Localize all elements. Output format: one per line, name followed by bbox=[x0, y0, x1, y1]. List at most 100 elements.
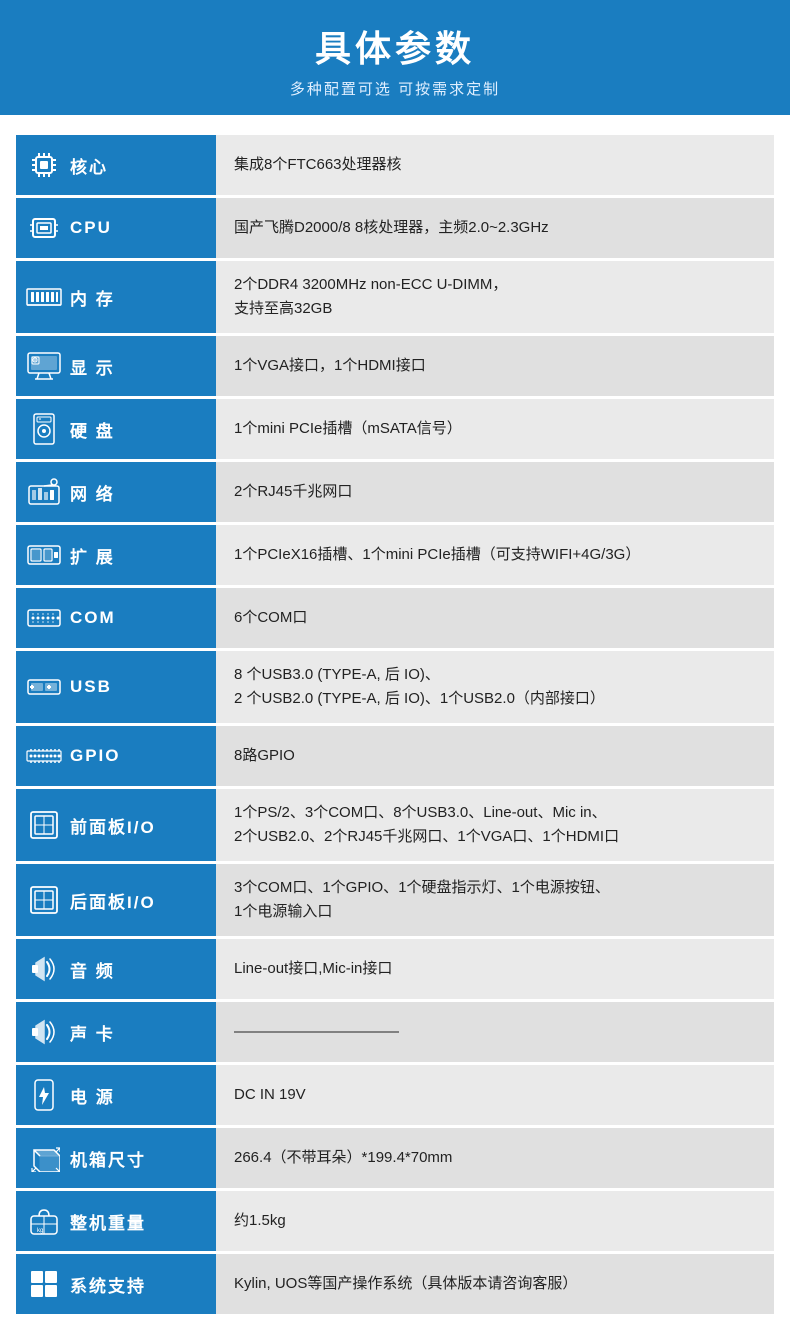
value-cell-cpu: 国产飞腾D2000/8 8核处理器，主频2.0~2.3GHz bbox=[216, 197, 774, 260]
spec-row-rear-io: 后面板I/O 3个COM口、1个GPIO、1个硬盘指示灯、1个电源按钮、 1个电源输… bbox=[16, 863, 774, 938]
value-text-rear-io-0: 3个COM口、1个GPIO、1个硬盘指示灯、1个电源按钮、 bbox=[234, 879, 610, 896]
label-text-sound-card: 声 卡 bbox=[70, 1020, 115, 1045]
power-icon bbox=[26, 1077, 62, 1113]
value-cell-network: 2个RJ45千兆网口 bbox=[216, 461, 774, 524]
label-cell-os: 系统支持 bbox=[16, 1253, 216, 1316]
value-text-weight: 约1.5kg bbox=[234, 1212, 286, 1229]
value-text-expand: 1个PCIeX16插槽、1个mini PCIe插槽（可支持WIFI+4G/3G） bbox=[234, 546, 640, 563]
audio-icon bbox=[26, 951, 62, 987]
spec-row-display: 显 示 1个VGA接口，1个HDMI接口 bbox=[16, 335, 774, 398]
value-text-power: DC IN 19V bbox=[234, 1086, 306, 1103]
label-cell-network: 网 络 bbox=[16, 461, 216, 524]
weight-icon: kg bbox=[26, 1203, 62, 1239]
value-text-display: 1个VGA接口，1个HDMI接口 bbox=[234, 357, 426, 374]
label-cell-weight: kg 整机重量 bbox=[16, 1190, 216, 1253]
value-text-chassis-size: 266.4（不带耳朵）*199.4*70mm bbox=[234, 1149, 452, 1166]
value-cell-audio: Line-out接口,Mic-in接口 bbox=[216, 938, 774, 1001]
value-cell-display: 1个VGA接口，1个HDMI接口 bbox=[216, 335, 774, 398]
label-cell-cpu: CPU bbox=[16, 197, 216, 260]
label-text-usb: USB bbox=[70, 677, 112, 697]
value-text-rear-io-1: 1个电源输入口 bbox=[234, 903, 332, 920]
label-cell-sound-card: 声 卡 bbox=[16, 1001, 216, 1064]
svg-text:kg: kg bbox=[37, 1228, 43, 1234]
value-text-cpu: 国产飞腾D2000/8 8核处理器，主频2.0~2.3GHz bbox=[234, 219, 549, 236]
spec-row-chassis-size: 机箱尺寸 266.4（不带耳朵）*199.4*70mm bbox=[16, 1127, 774, 1190]
value-cell-com: 6个COM口 bbox=[216, 587, 774, 650]
value-text-network: 2个RJ45千兆网口 bbox=[234, 483, 352, 500]
spec-row-power: 电 源 DC IN 19V bbox=[16, 1064, 774, 1127]
expand-icon bbox=[26, 537, 62, 573]
value-text-audio: Line-out接口,Mic-in接口 bbox=[234, 960, 392, 977]
label-cell-chassis-size: 机箱尺寸 bbox=[16, 1127, 216, 1190]
core-icon bbox=[26, 147, 62, 183]
label-cell-com: COM bbox=[16, 587, 216, 650]
spec-table: 核心 集成8个FTC663处理器核 CPU 国产飞腾D2000/8 8核处理器，主频… bbox=[16, 135, 774, 1317]
value-cell-core: 集成8个FTC663处理器核 bbox=[216, 135, 774, 197]
spec-row-cpu: CPU 国产飞腾D2000/8 8核处理器，主频2.0~2.3GHz bbox=[16, 197, 774, 260]
value-text-front-io-0: 1个PS/2、3个COM口、8个USB3.0、Line-out、Mic in、 bbox=[234, 804, 607, 821]
value-cell-os: Kylin, UOS等国产操作系统（具体版本请咨询客服） bbox=[216, 1253, 774, 1316]
label-text-cpu: CPU bbox=[70, 218, 112, 238]
gpio-icon bbox=[26, 738, 62, 774]
value-cell-weight: 约1.5kg bbox=[216, 1190, 774, 1253]
cpu-icon bbox=[26, 210, 62, 246]
label-text-com: COM bbox=[70, 608, 116, 628]
value-text-core: 集成8个FTC663处理器核 bbox=[234, 156, 402, 173]
page-title: 具体参数 bbox=[0, 20, 790, 72]
memory-icon bbox=[26, 279, 62, 315]
value-text-os: Kylin, UOS等国产操作系统（具体版本请咨询客服） bbox=[234, 1275, 577, 1292]
label-cell-rear-io: 后面板I/O bbox=[16, 863, 216, 938]
usb-icon bbox=[26, 669, 62, 705]
label-cell-expand: 扩 展 bbox=[16, 524, 216, 587]
hdd-icon bbox=[26, 411, 62, 447]
label-cell-audio: 音 频 bbox=[16, 938, 216, 1001]
value-text-usb-1: 2 个USB2.0 (TYPE-A, 后 IO)、1个USB2.0（内部接口） bbox=[234, 690, 605, 707]
value-text-sound-card: ——————————— bbox=[234, 1023, 399, 1040]
label-text-core: 核心 bbox=[70, 153, 108, 178]
spec-row-memory: 内 存 2个DDR4 3200MHz non-ECC U-DIMM， 支持至高32G… bbox=[16, 260, 774, 335]
label-cell-memory: 内 存 bbox=[16, 260, 216, 335]
spec-row-os: 系统支持 Kylin, UOS等国产操作系统（具体版本请咨询客服） bbox=[16, 1253, 774, 1316]
value-text-hdd: 1个mini PCIe插槽（mSATA信号） bbox=[234, 420, 462, 437]
label-text-audio: 音 频 bbox=[70, 957, 115, 982]
spec-row-audio: 音 频 Line-out接口,Mic-in接口 bbox=[16, 938, 774, 1001]
label-text-chassis-size: 机箱尺寸 bbox=[70, 1146, 146, 1171]
label-cell-hdd: 硬 盘 bbox=[16, 398, 216, 461]
label-cell-gpio: GPIO bbox=[16, 725, 216, 788]
spec-row-gpio: GPIO 8路GPIO bbox=[16, 725, 774, 788]
value-cell-hdd: 1个mini PCIe插槽（mSATA信号） bbox=[216, 398, 774, 461]
label-cell-power: 电 源 bbox=[16, 1064, 216, 1127]
value-cell-memory: 2个DDR4 3200MHz non-ECC U-DIMM， 支持至高32GB bbox=[216, 260, 774, 335]
spec-row-usb: USB 8 个USB3.0 (TYPE-A, 后 IO)、 2 个USB2.0 (T… bbox=[16, 650, 774, 725]
label-text-network: 网 络 bbox=[70, 480, 115, 505]
label-text-expand: 扩 展 bbox=[70, 543, 115, 568]
spec-row-sound-card: 声 卡 ——————————— bbox=[16, 1001, 774, 1064]
value-cell-chassis-size: 266.4（不带耳朵）*199.4*70mm bbox=[216, 1127, 774, 1190]
label-cell-usb: USB bbox=[16, 650, 216, 725]
page-subtitle: 多种配置可选 可按需求定制 bbox=[0, 78, 790, 99]
spec-row-hdd: 硬 盘 1个mini PCIe插槽（mSATA信号） bbox=[16, 398, 774, 461]
os-icon bbox=[26, 1266, 62, 1302]
com-icon bbox=[26, 600, 62, 636]
header: 具体参数 多种配置可选 可按需求定制 bbox=[0, 0, 790, 115]
chassis-size-icon bbox=[26, 1140, 62, 1176]
network-icon bbox=[26, 474, 62, 510]
value-text-usb-0: 8 个USB3.0 (TYPE-A, 后 IO)、 bbox=[234, 666, 440, 683]
value-text-memory-0: 2个DDR4 3200MHz non-ECC U-DIMM， bbox=[234, 276, 507, 293]
spec-row-expand: 扩 展 1个PCIeX16插槽、1个mini PCIe插槽（可支持WIFI+4G/… bbox=[16, 524, 774, 587]
label-cell-core: 核心 bbox=[16, 135, 216, 197]
spec-row-weight: kg 整机重量 约1.5kg bbox=[16, 1190, 774, 1253]
label-text-gpio: GPIO bbox=[70, 746, 121, 766]
label-cell-display: 显 示 bbox=[16, 335, 216, 398]
value-cell-power: DC IN 19V bbox=[216, 1064, 774, 1127]
label-text-display: 显 示 bbox=[70, 354, 115, 379]
value-text-gpio: 8路GPIO bbox=[234, 747, 295, 764]
display-icon bbox=[26, 348, 62, 384]
front-io-icon bbox=[26, 807, 62, 843]
value-cell-rear-io: 3个COM口、1个GPIO、1个硬盘指示灯、1个电源按钮、 1个电源输入口 bbox=[216, 863, 774, 938]
value-text-memory-1: 支持至高32GB bbox=[234, 300, 332, 317]
label-text-front-io: 前面板I/O bbox=[70, 813, 156, 838]
label-text-power: 电 源 bbox=[70, 1083, 115, 1108]
spec-row-core: 核心 集成8个FTC663处理器核 bbox=[16, 135, 774, 197]
label-text-hdd: 硬 盘 bbox=[70, 417, 115, 442]
